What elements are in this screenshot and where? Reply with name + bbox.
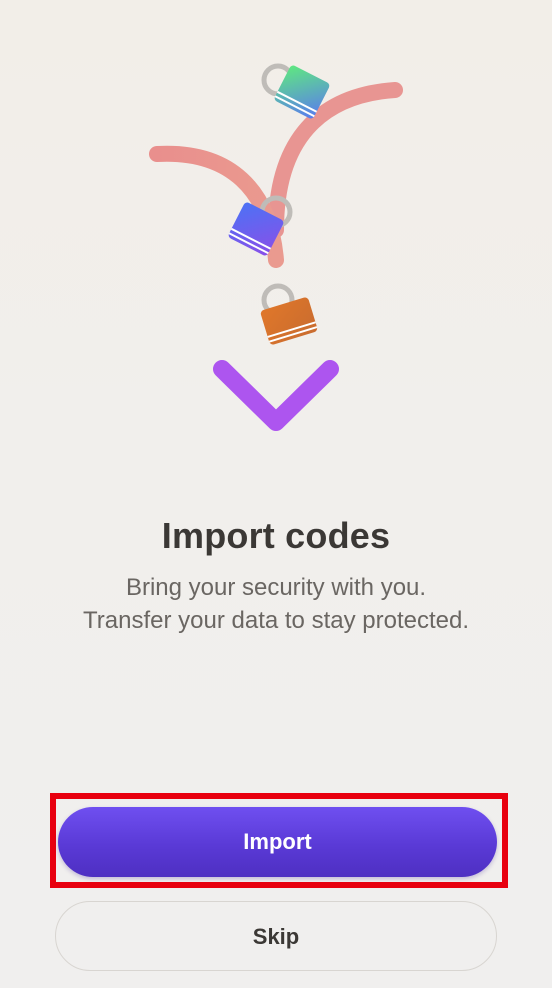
branching-arrow-with-padlocks-icon <box>149 36 403 431</box>
subtitle-line-1: Bring your security with you. <box>125 574 427 601</box>
page-subtitle: Bring your security with you. Transfer y… <box>20 571 532 637</box>
import-codes-illustration <box>0 0 552 460</box>
page-title: Import codes <box>161 515 391 556</box>
skip-button[interactable]: Skip <box>55 901 497 971</box>
subtitle-line-2: Transfer your data to stay protected. <box>83 607 469 634</box>
import-button[interactable]: Import <box>58 807 497 877</box>
right-branch <box>268 82 403 238</box>
